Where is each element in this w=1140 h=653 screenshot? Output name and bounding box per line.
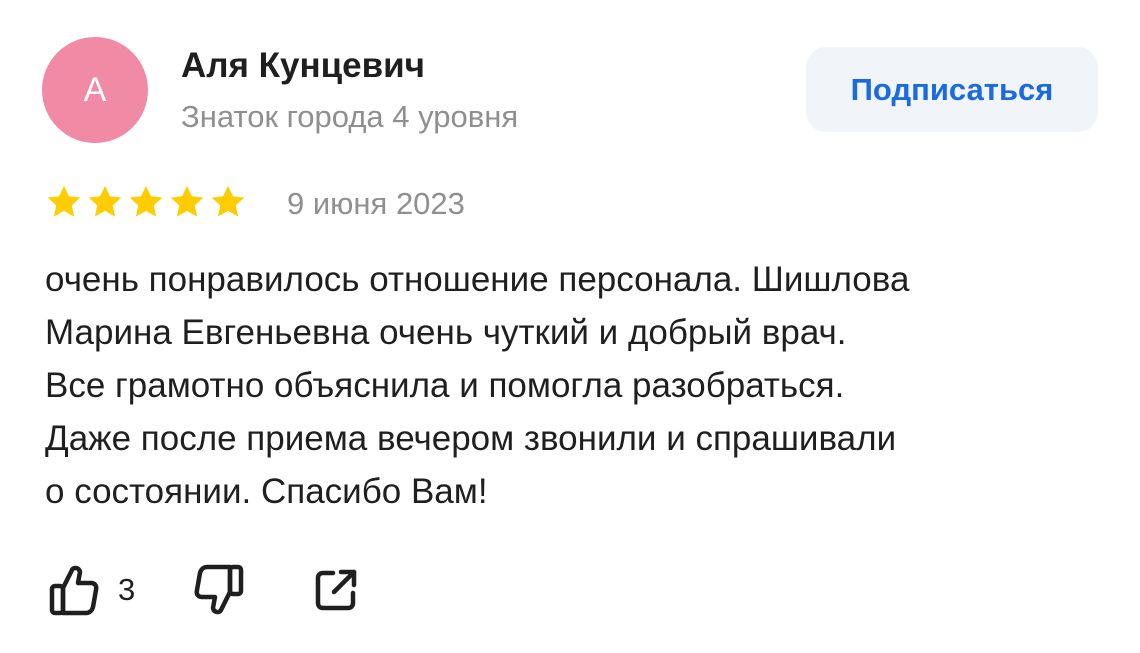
dislike-button[interactable] [193,562,245,618]
rating-stars [45,183,247,223]
star-icon [47,185,81,217]
thumbs-up-icon [48,562,100,618]
review-card: А Аля Кунцевич Знаток города 4 уровня По… [0,0,1140,653]
star-icon [170,185,204,217]
share-icon [313,567,359,613]
like-count: 3 [118,572,136,607]
star-icon [88,185,122,217]
star-icon [211,185,245,217]
review-text-line: о состоянии. Спасибо Вам! [45,472,488,511]
review-text-line: Марина Евгеньевна очень чуткий и добрый … [45,313,847,352]
review-text-line: Даже после приема вечером звонили и спра… [45,419,897,458]
review-text-line: очень понравилось отношение персонала. Ш… [45,260,910,299]
star-icon [129,185,163,217]
review-date: 9 июня 2023 [287,186,465,221]
review-actions: 3 [48,561,359,619]
avatar[interactable]: А [42,37,148,143]
subscribe-button[interactable]: Подписаться [806,47,1098,132]
author-name[interactable]: Аля Кунцевич [181,44,425,88]
thumbs-down-icon [193,562,245,618]
review-text: очень понравилось отношение персонала. Ш… [45,253,1105,518]
share-button[interactable] [313,567,359,613]
like-button[interactable]: 3 [48,562,135,618]
review-text-line: Все грамотно объяснила и помогла разобра… [45,366,845,405]
author-level: Знаток города 4 уровня [181,99,519,134]
